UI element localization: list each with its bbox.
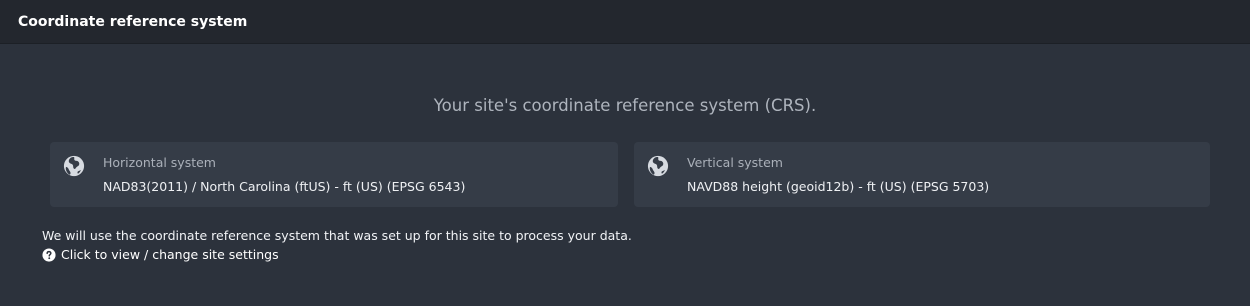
dialog-title: Coordinate reference system (18, 14, 248, 30)
globe-icon (647, 155, 669, 177)
vertical-system-card: Vertical system NAVD88 height (geoid12b)… (634, 142, 1210, 207)
question-circle-icon (42, 248, 56, 262)
processing-note: We will use the coordinate reference sys… (42, 228, 632, 243)
horizontal-system-card: Horizontal system NAD83(2011) / North Ca… (50, 142, 618, 207)
dialog-header: Coordinate reference system (0, 0, 1250, 44)
crs-description: Your site's coordinate reference system … (433, 96, 817, 115)
horizontal-system-value: NAD83(2011) / North Carolina (ftUS) - ft… (103, 179, 466, 194)
site-settings-link-label[interactable]: Click to view / change site settings (61, 246, 279, 264)
site-settings-link[interactable]: Click to view / change site settings (42, 246, 279, 264)
horizontal-system-label: Horizontal system (103, 155, 216, 170)
globe-icon (63, 155, 85, 177)
vertical-system-label: Vertical system (687, 155, 783, 170)
vertical-system-value: NAVD88 height (geoid12b) - ft (US) (EPSG… (687, 179, 990, 194)
